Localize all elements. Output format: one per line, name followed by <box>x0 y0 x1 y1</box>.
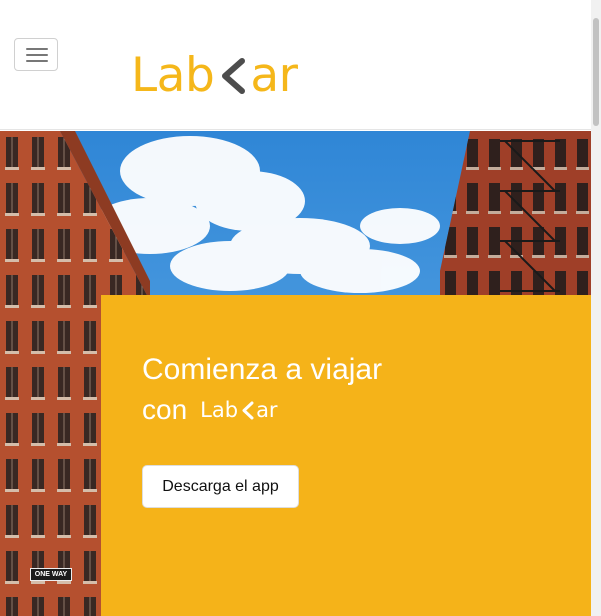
logo-text-ar: ar <box>250 48 298 103</box>
mini-logo-text-lab: Lab <box>200 398 239 422</box>
hamburger-icon-line <box>26 60 48 62</box>
hamburger-icon-line <box>26 54 48 56</box>
page-scrollbar[interactable] <box>591 0 601 616</box>
chevron-left-icon <box>222 58 246 94</box>
street-sign: ONE WAY <box>30 568 72 581</box>
labcar-logo[interactable]: Lab ar <box>131 48 298 103</box>
hamburger-icon <box>26 48 48 50</box>
promo-subtitle: con Lab ar <box>142 393 278 427</box>
promo-subtitle-prefix: con <box>142 394 188 425</box>
mini-logo-text-ar: ar <box>256 398 278 422</box>
scrollbar-thumb[interactable] <box>593 18 599 126</box>
download-app-button[interactable]: Descarga el app <box>142 465 299 508</box>
page: Lab ar ONE WAY Comienza a viajar con Lab… <box>0 0 601 616</box>
chevron-left-icon <box>242 401 254 419</box>
logo-text-lab: Lab <box>131 48 215 103</box>
promo-title: Comienza a viajar <box>142 353 383 386</box>
promo-panel: Comienza a viajar con Lab ar Descarga el… <box>101 295 591 616</box>
labcar-mini-logo: Lab ar <box>200 393 277 427</box>
site-header: Lab ar <box>0 0 591 130</box>
hamburger-menu-button[interactable] <box>14 38 58 71</box>
hero-section: ONE WAY Comienza a viajar con Lab ar Des… <box>0 131 591 616</box>
